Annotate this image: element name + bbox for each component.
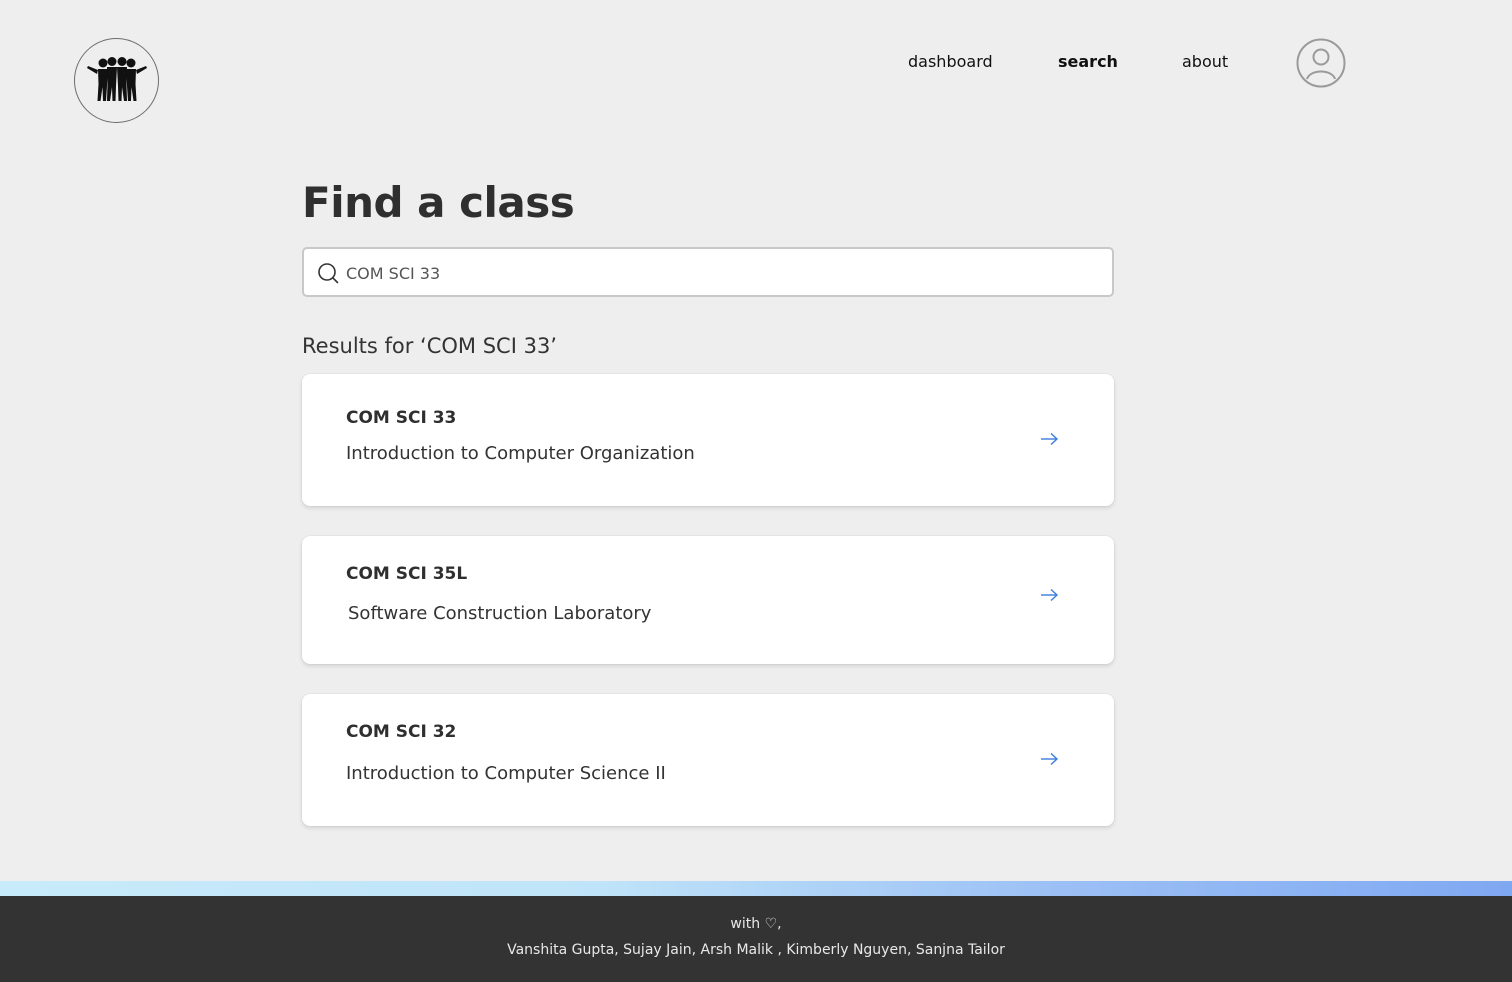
search-icon xyxy=(318,263,339,284)
arrow-right-icon[interactable] xyxy=(1039,432,1059,446)
user-avatar-icon[interactable] xyxy=(1296,38,1346,88)
course-name: Introduction to Computer Organization xyxy=(346,443,695,464)
course-name: Software Construction Laboratory xyxy=(348,603,652,624)
results-heading: Results for ‘COM SCI 33’ xyxy=(302,334,557,358)
footer-dedication: with ♡, xyxy=(730,916,782,932)
course-name: Introduction to Computer Science II xyxy=(346,763,666,784)
course-code: COM SCI 33 xyxy=(346,408,457,428)
nav-about-link[interactable]: about xyxy=(1182,52,1228,71)
nav-dashboard-link[interactable]: dashboard xyxy=(908,52,993,71)
course-code: COM SCI 35L xyxy=(346,564,468,584)
main-nav: dashboard search about xyxy=(0,52,1512,74)
page: dashboard search about Find a class Resu… xyxy=(0,0,1512,982)
logo[interactable] xyxy=(74,38,159,123)
page-title: Find a class xyxy=(302,178,575,227)
footer-credits: Vanshita Gupta, Sujay Jain, Arsh Malik ,… xyxy=(507,942,1005,958)
search-input[interactable] xyxy=(346,258,1096,288)
result-card[interactable]: COM SCI 35L Software Construction Labora… xyxy=(302,536,1114,664)
nav-search-link[interactable]: search xyxy=(1058,52,1118,71)
result-card[interactable]: COM SCI 32 Introduction to Computer Scie… xyxy=(302,694,1114,826)
arrow-right-icon[interactable] xyxy=(1039,588,1059,602)
result-card[interactable]: COM SCI 33 Introduction to Computer Orga… xyxy=(302,374,1114,506)
footer: with ♡, Vanshita Gupta, Sujay Jain, Arsh… xyxy=(0,896,1512,982)
search-box[interactable] xyxy=(302,247,1114,297)
footer-gradient-stripe xyxy=(0,881,1512,896)
course-code: COM SCI 32 xyxy=(346,722,457,742)
arrow-right-icon[interactable] xyxy=(1039,752,1059,766)
